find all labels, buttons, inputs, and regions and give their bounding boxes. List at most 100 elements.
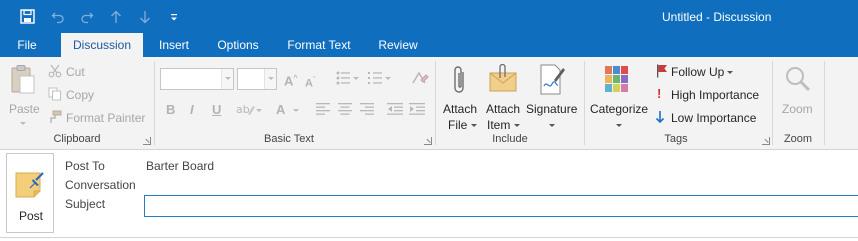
align-left-icon[interactable] bbox=[316, 103, 330, 115]
subject-input[interactable] bbox=[144, 195, 858, 217]
divider bbox=[0, 237, 858, 238]
paperclip-icon bbox=[454, 66, 464, 93]
redo-button[interactable] bbox=[72, 0, 101, 33]
post-to-label: Post To bbox=[65, 159, 105, 173]
attach-file-button[interactable]: Attach File bbox=[439, 61, 483, 132]
bold-button[interactable]: B bbox=[166, 102, 175, 118]
basic-text-group-label: Basic Text bbox=[264, 133, 314, 145]
svg-text:ab: ab bbox=[236, 103, 250, 116]
post-note-icon bbox=[15, 172, 44, 198]
numbering-icon[interactable] bbox=[368, 71, 392, 85]
signature-button[interactable]: Signature bbox=[524, 61, 580, 131]
categorize-icon bbox=[605, 66, 628, 92]
shrink-font-icon[interactable]: Aˇ bbox=[305, 73, 315, 92]
align-center-icon[interactable] bbox=[338, 103, 352, 115]
attach-file-label-line2: File bbox=[448, 118, 468, 132]
ribbon-tabs: File Discussion Insert Options Format Te… bbox=[0, 33, 858, 57]
undo-icon bbox=[51, 12, 64, 23]
font-name-combo[interactable] bbox=[160, 68, 234, 90]
exclamation-icon: ! bbox=[657, 86, 662, 101]
categorize-dropdown-caret bbox=[616, 124, 622, 127]
post-label: Post bbox=[18, 209, 43, 223]
zoom-button[interactable]: Zoom bbox=[776, 61, 820, 123]
tab-insert[interactable]: Insert bbox=[150, 33, 198, 57]
follow-up-button[interactable]: Follow Up bbox=[654, 63, 766, 81]
tab-options[interactable]: Options bbox=[208, 33, 268, 57]
redo-icon bbox=[80, 12, 93, 23]
decrease-indent-icon[interactable] bbox=[387, 103, 403, 115]
save-button[interactable] bbox=[11, 0, 43, 33]
copy-icon bbox=[48, 87, 61, 101]
zoom-group-label: Zoom bbox=[783, 133, 813, 145]
up-arrow-icon bbox=[110, 10, 121, 23]
format-painter-button[interactable]: Format Painter bbox=[46, 108, 148, 126]
next-item-button[interactable] bbox=[130, 0, 159, 33]
attach-file-dropdown-caret bbox=[471, 124, 477, 127]
align-right-icon[interactable] bbox=[360, 103, 374, 115]
previous-item-button[interactable] bbox=[101, 0, 130, 33]
categorize-button[interactable]: Categorize bbox=[588, 61, 650, 131]
envelope-attach-icon bbox=[489, 64, 517, 92]
clipboard-dialog-launcher[interactable] bbox=[143, 137, 151, 145]
clipboard-group-label: Clipboard bbox=[53, 133, 101, 145]
clear-formatting-icon[interactable] bbox=[411, 70, 429, 86]
tab-file[interactable]: File bbox=[8, 33, 46, 57]
attach-file-label-line1: Attach bbox=[443, 102, 478, 116]
underline-button[interactable]: U bbox=[212, 102, 221, 118]
increase-indent-icon[interactable] bbox=[409, 103, 425, 115]
scissors-icon bbox=[48, 64, 62, 78]
chevron-down-icon[interactable] bbox=[221, 69, 233, 89]
chevron-down-icon[interactable] bbox=[264, 69, 276, 89]
bullets-icon[interactable] bbox=[336, 71, 360, 85]
grow-font-icon[interactable]: A^ bbox=[284, 71, 297, 89]
tags-group-label: Tags bbox=[664, 133, 688, 145]
attach-item-button[interactable]: Attach Item bbox=[484, 61, 524, 132]
separator bbox=[824, 61, 825, 145]
signature-label: Signature bbox=[526, 102, 578, 116]
highlight-icon[interactable]: ab bbox=[236, 102, 262, 118]
down-arrow-icon bbox=[655, 111, 665, 124]
font-color-dropdown-caret[interactable] bbox=[293, 109, 299, 112]
include-group-label: Include bbox=[492, 133, 528, 145]
tab-review[interactable]: Review bbox=[370, 33, 426, 57]
paste-button[interactable]: Paste bbox=[4, 61, 42, 129]
down-arrow-icon bbox=[139, 10, 150, 23]
tab-discussion[interactable]: Discussion bbox=[61, 33, 143, 57]
signature-dropdown-caret bbox=[549, 124, 555, 127]
paste-dropdown-caret bbox=[20, 122, 26, 125]
undo-button[interactable] bbox=[43, 0, 72, 33]
high-importance-button[interactable]: ! High Importance bbox=[654, 86, 768, 104]
separator bbox=[154, 61, 155, 145]
italic-button[interactable]: I bbox=[190, 102, 194, 118]
attach-item-label-line2: Item bbox=[487, 118, 511, 132]
low-importance-label: Low Importance bbox=[671, 111, 757, 125]
font-color-button[interactable]: A bbox=[276, 102, 285, 118]
tab-format-text[interactable]: Format Text bbox=[278, 33, 360, 57]
post-to-value: Barter Board bbox=[146, 159, 215, 173]
high-importance-label: High Importance bbox=[671, 88, 760, 102]
customize-icon bbox=[170, 13, 177, 20]
follow-up-label: Follow Up bbox=[671, 65, 725, 79]
copy-label: Copy bbox=[66, 88, 95, 102]
follow-up-dropdown-caret bbox=[727, 71, 733, 74]
copy-button[interactable]: Copy bbox=[46, 85, 106, 103]
tags-dialog-launcher[interactable] bbox=[762, 137, 770, 145]
conversation-label: Conversation bbox=[65, 178, 136, 192]
paste-icon bbox=[11, 65, 35, 94]
zoom-label: Zoom bbox=[782, 102, 813, 116]
quick-access-toolbar bbox=[0, 0, 188, 33]
window-title: Untitled - Discussion bbox=[662, 10, 772, 24]
low-importance-button[interactable]: Low Importance bbox=[654, 109, 768, 127]
font-size-combo[interactable] bbox=[237, 68, 277, 90]
basic-text-dialog-launcher[interactable] bbox=[424, 137, 432, 145]
post-button[interactable]: Post bbox=[6, 153, 54, 233]
flag-icon bbox=[657, 64, 667, 78]
cut-button[interactable]: Cut bbox=[46, 62, 106, 80]
save-icon bbox=[19, 9, 35, 24]
ribbon: Paste Cut Copy Format Painter Clipboard … bbox=[0, 57, 858, 150]
signature-icon bbox=[540, 64, 565, 95]
separator bbox=[772, 61, 773, 145]
paintbrush-icon bbox=[50, 110, 62, 123]
customize-qat-button[interactable] bbox=[159, 0, 188, 33]
magnifier-icon bbox=[786, 67, 811, 92]
